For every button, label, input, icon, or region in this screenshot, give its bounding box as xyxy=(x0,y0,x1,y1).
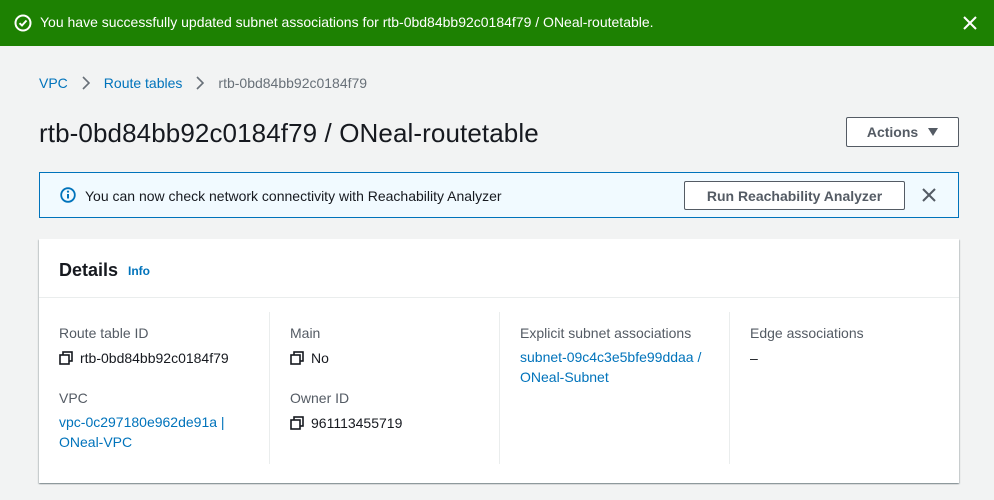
flash-message: You have successfully updated subnet ass… xyxy=(40,14,654,30)
vpc-link-line2: ONeal-VPC xyxy=(59,434,133,450)
details-panel: Details Info Route table ID rtb-0bd84bb9… xyxy=(39,239,959,483)
explicit-subnet-associations-label: Explicit subnet associations xyxy=(520,325,692,341)
copy-icon[interactable] xyxy=(290,416,304,430)
info-link[interactable]: Info xyxy=(128,264,150,278)
breadcrumb-current: rtb-0bd84bb92c0184f79 xyxy=(218,75,368,91)
edge-associations-value: – xyxy=(750,350,758,366)
owner-id: 961113455719 xyxy=(311,415,403,431)
details-header: Details Info xyxy=(39,239,959,298)
breadcrumb: VPC Route tables rtb-0bd84bb92c0184f79 xyxy=(39,74,367,92)
info-alert-text: You can now check network connectivity w… xyxy=(85,188,502,204)
close-icon[interactable] xyxy=(919,185,939,205)
vpc-label: VPC xyxy=(59,390,88,406)
page-title: rtb-0bd84bb92c0184f79 / ONeal-routetable xyxy=(39,118,539,148)
main-label: Main xyxy=(290,325,321,341)
info-circle-icon xyxy=(60,187,76,203)
run-reachability-analyzer-button[interactable]: Run Reachability Analyzer xyxy=(684,181,905,210)
explicit-subnet-line2: ONeal-Subnet xyxy=(520,369,609,385)
chevron-right-icon xyxy=(68,76,104,90)
main-value-text: No xyxy=(311,350,329,366)
details-column-4: Edge associations – xyxy=(750,312,940,464)
explicit-subnet-line1: subnet-09c4c3e5bfe99ddaa / xyxy=(520,349,702,365)
details-title: Details xyxy=(59,260,119,280)
route-table-id: rtb-0bd84bb92c0184f79 xyxy=(80,350,229,366)
caret-down-icon xyxy=(928,128,939,136)
route-table-id-value: rtb-0bd84bb92c0184f79 xyxy=(59,350,229,366)
route-table-id-label: Route table ID xyxy=(59,325,149,341)
close-icon[interactable] xyxy=(958,11,982,35)
actions-button-label: Actions xyxy=(866,124,919,140)
main-value: No xyxy=(290,350,329,366)
edge-associations-label: Edge associations xyxy=(750,325,864,341)
breadcrumb-vpc[interactable]: VPC xyxy=(39,75,68,91)
details-column-2: Main No Owner ID 961113455719 xyxy=(290,312,500,464)
vpc-link-line1: vpc-0c297180e962de91a | xyxy=(59,414,225,430)
explicit-subnet-link[interactable]: subnet-09c4c3e5bfe99ddaa / ONeal-Subnet xyxy=(520,347,701,387)
copy-icon[interactable] xyxy=(59,351,73,365)
owner-id-value: 961113455719 xyxy=(290,415,402,431)
success-flashbar: You have successfully updated subnet ass… xyxy=(0,0,994,46)
copy-icon[interactable] xyxy=(290,351,304,365)
actions-button[interactable]: Actions xyxy=(846,117,959,147)
breadcrumb-route-tables[interactable]: Route tables xyxy=(104,75,183,91)
vpc-link[interactable]: vpc-0c297180e962de91a | ONeal-VPC xyxy=(59,412,225,452)
reachability-info-alert: You can now check network connectivity w… xyxy=(39,172,959,218)
owner-id-label: Owner ID xyxy=(290,390,350,406)
check-circle-icon xyxy=(14,14,32,32)
chevron-right-icon xyxy=(182,76,218,90)
details-column-3: Explicit subnet associations subnet-09c4… xyxy=(520,312,730,464)
details-column-1: Route table ID rtb-0bd84bb92c0184f79 VPC… xyxy=(59,312,270,464)
